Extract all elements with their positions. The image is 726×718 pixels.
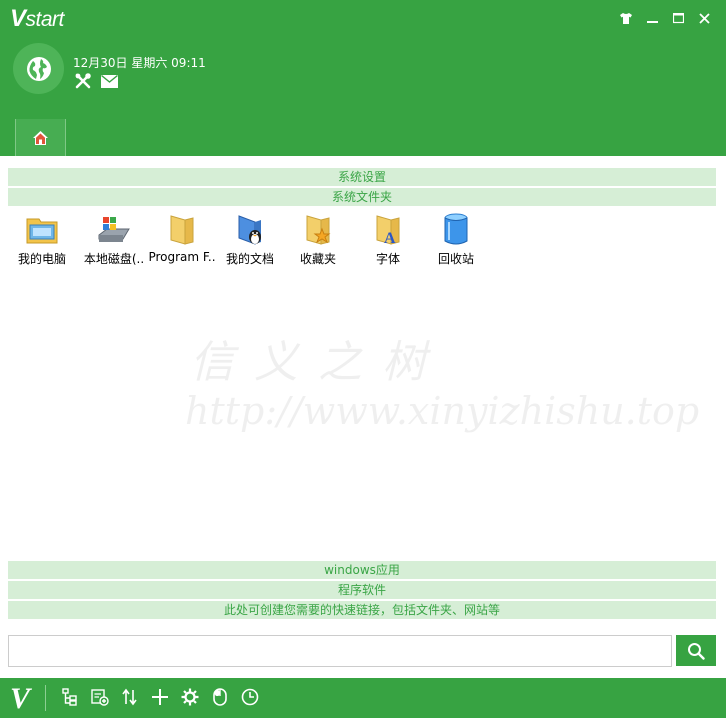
settings-gear-icon[interactable] bbox=[180, 687, 200, 707]
mail-icon[interactable] bbox=[100, 72, 118, 90]
app-logo: Vstart bbox=[10, 5, 64, 32]
svg-text:A: A bbox=[384, 230, 396, 246]
section-quick-links-hint[interactable]: 此处可创建您需要的快速链接，包括文件夹、网站等 bbox=[8, 601, 716, 619]
maximize-icon[interactable] bbox=[670, 10, 686, 26]
clock-icon[interactable] bbox=[240, 687, 260, 707]
avatar[interactable] bbox=[13, 43, 64, 94]
file-my-computer[interactable]: 我的电脑 bbox=[6, 212, 78, 268]
quick-icons bbox=[74, 72, 118, 90]
folder-icon bbox=[164, 212, 200, 248]
section-programs[interactable]: 程序软件 bbox=[8, 581, 716, 599]
tree-icon[interactable] bbox=[60, 687, 80, 707]
globe-icon bbox=[26, 56, 51, 81]
tab-home[interactable] bbox=[15, 119, 66, 156]
my-documents-icon bbox=[232, 212, 268, 248]
home-icon bbox=[33, 130, 48, 145]
footer-toolbar: V bbox=[0, 678, 726, 718]
search-box bbox=[8, 635, 672, 667]
fonts-folder-icon: A bbox=[370, 212, 406, 248]
window-controls bbox=[618, 10, 712, 26]
main-panel: 系统设置 系统文件夹 我的电脑 本地磁盘(.. Program F.. 我的文档 bbox=[0, 156, 726, 678]
mouse-icon[interactable] bbox=[210, 687, 230, 707]
section-windows-apps[interactable]: windows应用 bbox=[8, 561, 716, 579]
watermark-title: 信义之树 bbox=[190, 337, 446, 388]
search-input[interactable] bbox=[15, 638, 669, 666]
recycle-bin-icon bbox=[438, 212, 474, 248]
footer-tools bbox=[60, 687, 260, 707]
sort-icon[interactable] bbox=[120, 687, 140, 707]
minimize-icon[interactable] bbox=[644, 10, 660, 26]
section-system-folders[interactable]: 系统文件夹 bbox=[8, 188, 716, 206]
local-disk-icon bbox=[96, 212, 132, 248]
file-recycle-bin[interactable]: 回收站 bbox=[420, 212, 492, 268]
file-fonts[interactable]: A 字体 bbox=[352, 212, 424, 268]
tools-icon[interactable] bbox=[74, 72, 92, 90]
file-local-disk[interactable]: 本地磁盘(.. bbox=[78, 212, 150, 268]
watermark-url: http://www.xinyizhishu.top bbox=[185, 389, 700, 433]
add-item-icon[interactable] bbox=[90, 687, 110, 707]
file-favorites[interactable]: 收藏夹 bbox=[282, 212, 354, 268]
search-button[interactable] bbox=[676, 635, 716, 666]
plus-icon[interactable] bbox=[150, 687, 170, 707]
file-list: 我的电脑 本地磁盘(.. Program F.. 我的文档 收藏夹 A 字体 回… bbox=[10, 212, 710, 272]
header: Vstart 12月30日 星期六 09:11 bbox=[0, 0, 726, 156]
close-icon[interactable] bbox=[696, 10, 712, 26]
file-my-documents[interactable]: 我的文档 bbox=[214, 212, 286, 268]
search-icon bbox=[688, 642, 705, 660]
section-system-settings[interactable]: 系统设置 bbox=[8, 168, 716, 186]
footer-divider bbox=[45, 685, 46, 711]
footer-logo[interactable]: V bbox=[10, 682, 30, 716]
file-program-files[interactable]: Program F.. bbox=[146, 212, 218, 268]
skin-icon[interactable] bbox=[618, 10, 634, 26]
datetime: 12月30日 星期六 09:11 bbox=[73, 56, 206, 70]
computer-icon bbox=[24, 212, 60, 248]
favorites-folder-icon bbox=[300, 212, 336, 248]
